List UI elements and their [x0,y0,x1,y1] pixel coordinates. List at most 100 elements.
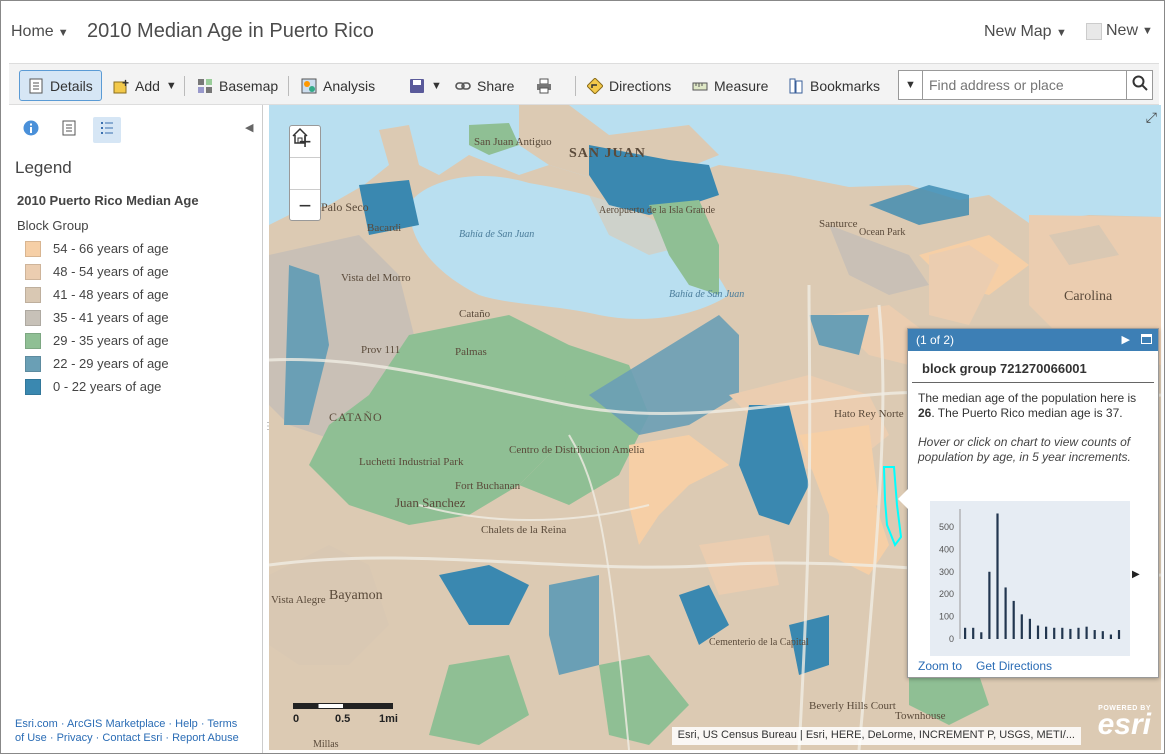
chart-bar[interactable] [1085,626,1088,639]
home-menu[interactable]: Home ▼ [11,23,69,41]
map-label: Vista del Morro [341,272,411,284]
bookmarks-button[interactable]: Bookmarks [780,70,888,101]
panel-splitter[interactable]: ⋮ [263,421,273,441]
footer-links-line1[interactable]: Esri.com · ArcGIS Marketplace · Help · T… [15,717,255,731]
info-icon [23,120,39,141]
search-input[interactable] [923,71,1126,99]
chart-bar[interactable] [1093,630,1096,639]
chevron-down-icon: ▼ [431,79,442,92]
legend-swatch [25,309,41,326]
chart-bar[interactable] [1045,626,1048,639]
avatar [1086,22,1102,40]
chart-bar[interactable] [1077,627,1080,639]
legend-swatch [25,286,41,303]
map-label: Hato Rey Norte [834,408,904,420]
next-feature-icon[interactable]: ▶ [1122,333,1130,346]
legend-item: 22 - 29 years of age [25,352,169,375]
scale-label-zero: 0 [293,713,300,725]
chart-bar[interactable] [1109,634,1112,639]
age-chart[interactable]: 0 100 200 300 400 500 [930,501,1130,656]
home-extent-button[interactable] [290,127,320,190]
field-title: Block Group [17,218,89,233]
legend-item-label: 0 - 22 years of age [53,379,162,394]
analysis-button[interactable]: Analysis [293,70,383,101]
chart-bar[interactable] [1036,625,1040,639]
home-label: Home [11,23,54,40]
chart-y-tick-label: 300 [939,567,954,577]
scale-bar-graphic [293,703,393,709]
search-source-dropdown[interactable]: ▼ [899,71,923,99]
search-icon [1132,75,1148,96]
chart-bar[interactable] [964,627,967,639]
chart-bar[interactable] [1020,614,1023,639]
chart-bar[interactable] [988,571,991,639]
legend-swatch [25,378,41,395]
zoom-to-link[interactable]: Zoom to [918,659,962,673]
expand-map-icon[interactable]: ⤢ [1146,109,1157,126]
legend-panel: ◀ Legend 2010 Puerto Rico Median Age Blo… [1,105,263,753]
legend-swatch [25,332,41,349]
share-button[interactable]: Share [447,70,522,101]
footer-links-line2[interactable]: of Use · Privacy · Contact Esri · Report… [15,731,255,745]
analysis-label: Analysis [323,77,376,94]
map-label: Cataño [459,308,491,320]
collapse-panel-icon[interactable]: ◀ [245,121,253,134]
scale-bar: 0 0.5 1mi [293,703,398,725]
tab-legend[interactable] [93,117,121,143]
zoom-out-button[interactable]: − [290,190,320,222]
chart-bar[interactable] [1101,631,1104,639]
chart-bar[interactable] [1004,587,1007,639]
toolbar-divider [184,76,185,96]
add-button[interactable]: + Add ▼ [105,70,185,101]
chart-bar[interactable] [1061,627,1064,639]
chart-y-tick-label: 500 [939,522,954,532]
save-icon [409,78,425,94]
legend-item-label: 29 - 35 years of age [53,333,169,348]
chart-bar[interactable] [996,513,999,639]
chart-bar[interactable] [972,627,975,639]
details-button[interactable]: Details [19,70,102,101]
search-button[interactable] [1126,71,1152,99]
user-menu[interactable]: New ▼ [1086,22,1153,40]
map-label: Palo Seco [321,200,369,214]
age-chart-svg[interactable]: 0 100 200 300 400 500 [930,501,1130,656]
map-label: CATAÑO [329,410,383,424]
tab-about[interactable] [17,117,45,143]
panel-tabs [17,117,121,143]
chart-bar[interactable] [1028,618,1031,639]
esri-logo[interactable]: POWERED BY esri [1097,705,1151,741]
maximize-icon[interactable] [1141,334,1152,344]
map-label: Juan Sanchez [395,495,466,510]
chart-bar[interactable] [1069,628,1072,639]
chart-bar[interactable] [980,632,983,639]
map-label: Palmas [455,346,487,358]
tab-content[interactable] [55,117,83,143]
analysis-icon [301,78,317,94]
chart-bar[interactable] [1053,627,1056,639]
map-label: Prov 111 [361,344,400,356]
chart-next-icon[interactable]: ▶ [1132,569,1140,580]
save-button[interactable]: ▼ [401,70,450,101]
directions-icon [586,76,604,95]
new-map-menu[interactable]: New Map ▼ [984,23,1067,41]
map-label: San Juan Antiguo [474,136,552,148]
share-label: Share [477,77,515,94]
map-attribution[interactable]: Esri, US Census Bureau | Esri, HERE, DeL… [671,727,1081,745]
map-label: Bayamon [329,588,383,603]
measure-button[interactable]: Measure [684,70,776,101]
chart-y-tick-label: 100 [939,612,954,622]
get-directions-link[interactable]: Get Directions [976,659,1052,673]
directions-button[interactable]: Directions [579,70,679,101]
basemap-button[interactable]: Basemap [189,70,286,101]
grid-icon [197,78,213,94]
add-label: Add [135,77,160,94]
list-document-icon [61,120,77,141]
chart-bar[interactable] [1012,600,1015,639]
print-button[interactable] [528,70,560,101]
esri-wordmark: esri [1097,708,1151,741]
map-label: Townhouse [895,710,946,722]
legend-item-label: 48 - 54 years of age [53,264,169,279]
chart-bar[interactable] [1117,630,1121,639]
bookmarks-label: Bookmarks [810,77,881,94]
legend-swatch [25,355,41,372]
